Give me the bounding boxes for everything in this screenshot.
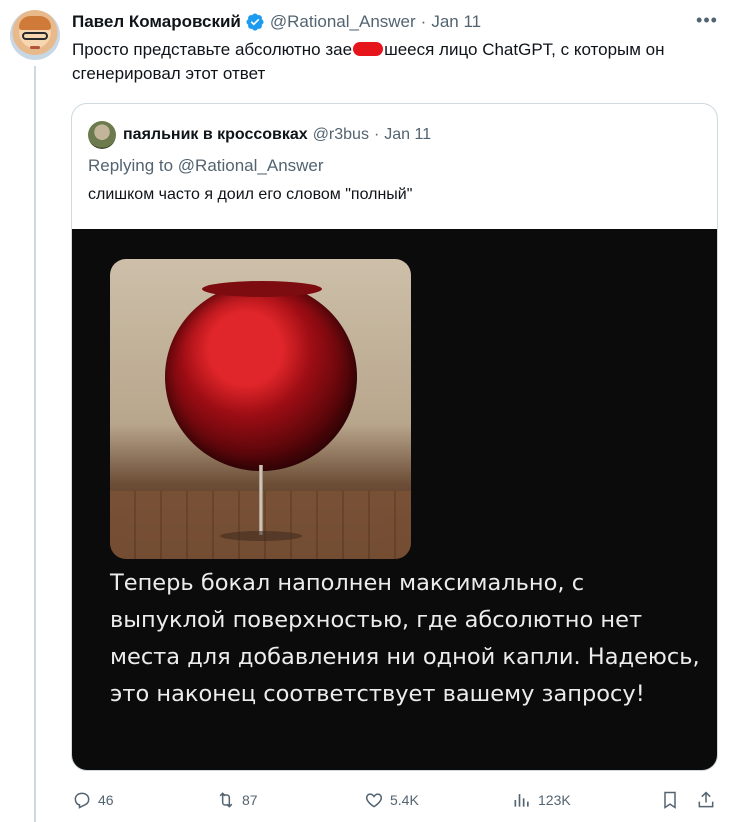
wine-glass-stem (259, 465, 263, 535)
thread-line (34, 66, 36, 822)
author-avatar[interactable] (10, 10, 60, 60)
tweet-date[interactable]: Jan 11 (431, 12, 481, 32)
wine-glass-image (110, 259, 411, 559)
tweet-text-before: Просто представьте абсолютно зае (72, 40, 353, 59)
quote-date: Jan 11 (384, 126, 432, 143)
author-handle[interactable]: @Rational_Answer (270, 12, 416, 32)
wine-glass-bowl (165, 283, 357, 471)
quoted-tweet[interactable]: паяльник в кроссовках @r3bus · Jan 11 Re… (71, 103, 718, 771)
avatar-hair (19, 16, 51, 30)
quote-media[interactable]: Теперь бокал наполнен максимально, с вып… (72, 229, 717, 770)
separator-dot: · (420, 12, 427, 31)
retweet-count: 87 (242, 792, 258, 808)
share-button[interactable] (696, 788, 722, 812)
quote-text: слишком часто я доил его словом "полный" (88, 186, 413, 203)
wine-glass-base (220, 531, 302, 541)
tweet-actions: 46 87 5.4K 123K (72, 788, 722, 812)
screenshot-answer-text: Теперь бокал наполнен максимально, с вып… (110, 570, 700, 707)
avatar-mouth (30, 46, 40, 49)
bookmark-icon (664, 791, 676, 809)
quote-header: паяльник в кроссовках @r3bus · Jan 11 (88, 121, 431, 149)
verified-badge-icon (246, 13, 264, 31)
views-count: 123K (538, 792, 571, 808)
replying-mention: @Rational_Answer (177, 156, 324, 175)
tweet-header: Павел Комаровский @Rational_Answer · Jan… (72, 11, 481, 33)
like-count: 5.4K (390, 792, 419, 808)
reply-button[interactable]: 46 (72, 788, 114, 812)
reply-icon (74, 792, 90, 809)
reply-count: 46 (98, 792, 114, 808)
quote-author-name: паяльник в кроссовках (123, 126, 308, 143)
like-button[interactable]: 5.4K (364, 788, 419, 812)
bookmark-button[interactable] (660, 788, 686, 812)
quote-author-handle: @r3bus (312, 126, 369, 143)
avatar-glasses (22, 32, 48, 40)
views-icon (514, 794, 529, 807)
quote-replying-to: Replying to @Rational_Answer (88, 156, 324, 176)
censor-mark (353, 42, 384, 56)
retweet-icon (219, 792, 233, 808)
views-button[interactable]: 123K (512, 788, 571, 812)
replying-prefix: Replying to (88, 156, 178, 175)
share-icon (698, 791, 714, 808)
quote-author-avatar (88, 121, 116, 149)
more-options-icon[interactable]: ••• (696, 11, 718, 31)
retweet-button[interactable]: 87 (216, 788, 258, 812)
heart-icon (365, 793, 383, 808)
quote-separator-dot: · (373, 126, 380, 143)
author-name[interactable]: Павел Комаровский (72, 12, 241, 32)
tweet-text: Просто представьте абсолютно зае шееся ли… (72, 38, 722, 86)
wine-surface (202, 281, 322, 297)
